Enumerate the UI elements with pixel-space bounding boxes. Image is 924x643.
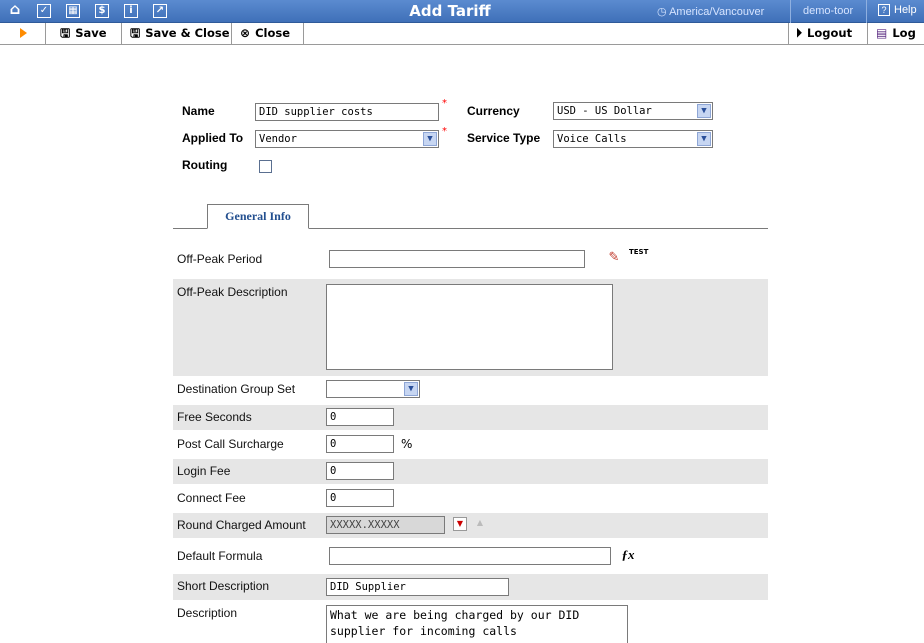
off-peak-description-textarea[interactable] [326, 284, 613, 370]
connect-fee-row: Connect Fee 0 [173, 486, 768, 511]
name-label: Name [182, 104, 215, 118]
toolbar: 🖫 Save 🖫 Save & Close ⊗ Close ⏵ Logout ▤ Log [0, 23, 924, 45]
logout-label: Logout [807, 26, 853, 40]
service-type-value: Voice Calls [557, 133, 627, 145]
off-peak-description-row: Off-Peak Description [173, 279, 768, 376]
help-link[interactable]: ? Help [878, 4, 917, 16]
round-up-icon[interactable]: ▲ [473, 517, 487, 531]
login-fee-label: Login Fee [177, 464, 231, 478]
name-input[interactable]: DID supplier costs [255, 103, 439, 121]
default-formula-row: Default Formula ƒx [173, 541, 768, 571]
divider [45, 23, 46, 45]
post-call-surcharge-label: Post Call Surcharge [177, 437, 284, 451]
round-charged-amount-input[interactable]: XXXXX.XXXXX [326, 516, 445, 534]
log-button[interactable]: ▤ Log [868, 23, 924, 44]
help-label: Help [894, 4, 917, 16]
description-label: Description [177, 606, 238, 620]
service-type-select[interactable]: Voice Calls ▼ [553, 130, 713, 148]
chevron-down-icon: ▼ [404, 382, 418, 396]
off-peak-period-row: Off-Peak Period ✎ TEST [173, 246, 768, 274]
currency-label: Currency [467, 104, 520, 118]
free-seconds-row: Free Seconds 0 [173, 405, 768, 430]
applied-to-select[interactable]: Vendor ▼ [255, 130, 439, 148]
timezone-label: America/Vancouver [669, 6, 765, 18]
chart-icon[interactable]: ↗ [153, 4, 167, 18]
help-icon: ? [878, 4, 890, 16]
timezone-link[interactable]: ◷ America/Vancouver [657, 5, 764, 18]
free-seconds-input[interactable]: 0 [326, 408, 394, 426]
round-down-icon[interactable]: ▼ [453, 517, 467, 531]
divider [866, 0, 867, 23]
off-peak-period-label: Off-Peak Period [177, 252, 263, 266]
checkmark-icon[interactable]: ✓ [37, 4, 51, 18]
log-label: Log [892, 26, 916, 40]
off-peak-period-input[interactable] [329, 250, 585, 268]
logout-icon: ⏵ [796, 26, 803, 40]
service-type-label: Service Type [467, 131, 541, 145]
post-call-surcharge-row: Post Call Surcharge 0 % [173, 432, 768, 457]
chevron-down-icon: ▼ [697, 104, 711, 118]
round-charged-amount-label: Round Charged Amount [177, 518, 306, 532]
post-call-surcharge-input[interactable]: 0 [326, 435, 394, 453]
info-icon[interactable]: i [124, 4, 138, 18]
floppy-disk-icon: 🖫 [60, 26, 71, 40]
short-description-input[interactable]: DID Supplier [326, 578, 509, 596]
destination-group-set-label: Destination Group Set [177, 382, 296, 396]
currency-select[interactable]: USD - US Dollar ▼ [553, 102, 713, 120]
connect-fee-label: Connect Fee [177, 491, 246, 505]
description-row: Description What we are being charged by… [173, 602, 768, 643]
default-formula-input[interactable] [329, 547, 611, 565]
required-marker: * [442, 126, 447, 137]
applied-to-value: Vendor [259, 133, 297, 145]
destination-group-set-select[interactable]: ▼ [326, 380, 420, 398]
dollar-icon[interactable]: $ [95, 4, 109, 18]
connect-fee-input[interactable]: 0 [326, 489, 394, 507]
home-icon[interactable]: ⌂ [8, 2, 22, 17]
divider [790, 0, 791, 23]
free-seconds-label: Free Seconds [177, 410, 252, 424]
chevron-down-icon: ▼ [423, 132, 437, 146]
formula-icon[interactable]: ƒx [619, 546, 637, 564]
page-title: Add Tariff [409, 2, 491, 20]
required-marker: * [442, 98, 447, 109]
chevron-down-icon: ▼ [697, 132, 711, 146]
round-charged-amount-row: Round Charged Amount XXXXX.XXXXX ▼ ▲ [173, 513, 768, 538]
short-description-row: Short Description DID Supplier [173, 574, 768, 600]
save-button[interactable]: 🖫 Save [52, 23, 122, 44]
applied-to-label: Applied To [182, 131, 244, 145]
routing-checkbox[interactable] [259, 160, 272, 173]
login-fee-input[interactable]: 0 [326, 462, 394, 480]
close-circle-icon: ⊗ [240, 26, 251, 40]
tab-general-info[interactable]: General Info [207, 204, 309, 229]
log-icon: ▤ [876, 26, 888, 40]
wizard-icon[interactable]: ✎ [605, 249, 623, 267]
destination-group-set-row: Destination Group Set ▼ [173, 377, 768, 403]
title-bar: ⌂ ✓ ▦ $ i ↗ Add Tariff ◷ America/Vancouv… [0, 0, 924, 23]
off-peak-description-label: Off-Peak Description [177, 285, 288, 299]
floppy-disk-icon: 🖫 [130, 26, 141, 40]
short-description-label: Short Description [177, 579, 270, 593]
user-link[interactable]: demo-toor [803, 5, 853, 17]
description-textarea[interactable]: What we are being charged by our DID sup… [326, 605, 628, 643]
default-formula-label: Default Formula [177, 549, 263, 563]
login-fee-row: Login Fee 0 [173, 459, 768, 484]
percent-sign: % [401, 437, 413, 451]
grid-icon[interactable]: ▦ [66, 4, 80, 18]
test-icon[interactable]: TEST [629, 248, 648, 266]
save-label: Save [75, 26, 107, 40]
play-arrow-icon [20, 28, 27, 38]
save-close-button[interactable]: 🖫 Save & Close [122, 23, 232, 44]
close-button[interactable]: ⊗ Close [232, 23, 304, 44]
save-close-label: Save & Close [145, 26, 230, 40]
clock-icon: ◷ [657, 6, 667, 18]
currency-value: USD - US Dollar [557, 105, 652, 117]
close-label: Close [255, 26, 290, 40]
logout-button[interactable]: ⏵ Logout [788, 23, 868, 44]
routing-label: Routing [182, 158, 228, 172]
